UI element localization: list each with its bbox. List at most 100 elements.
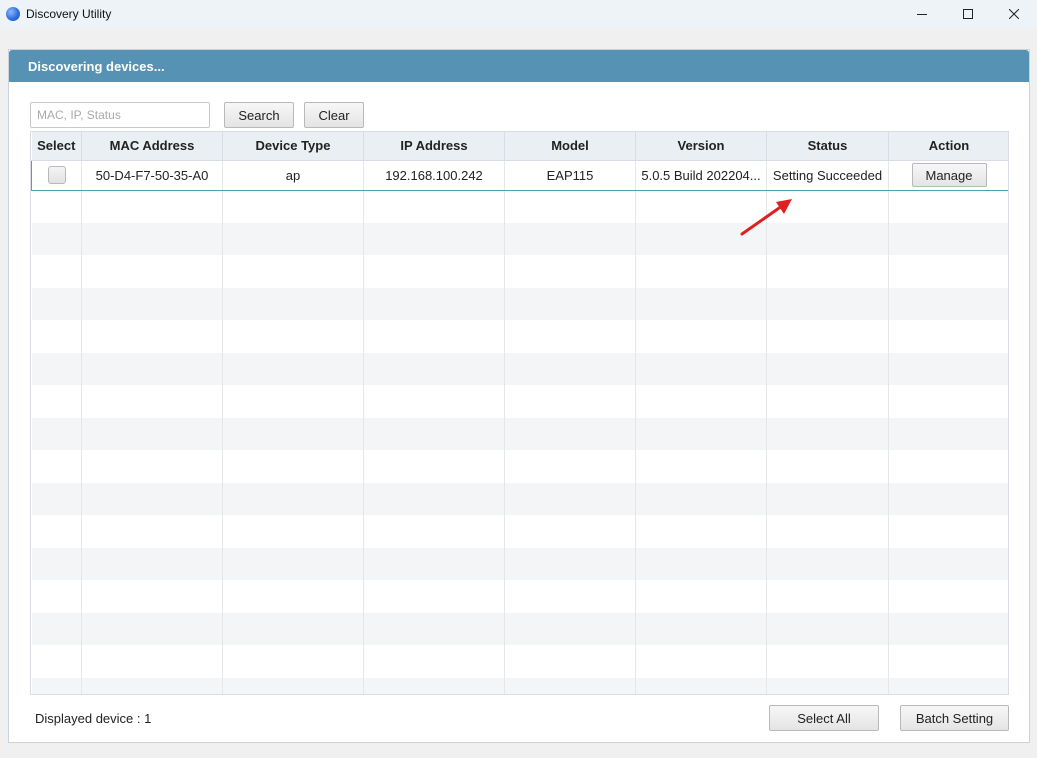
empty-cell [31, 222, 82, 255]
empty-cell [635, 352, 767, 385]
empty-table-row [31, 580, 1008, 613]
empty-cell [504, 612, 636, 645]
device-type-cell: ap [222, 159, 364, 191]
batch-setting-button[interactable]: Batch Setting [900, 705, 1009, 731]
empty-cell [504, 352, 636, 385]
empty-cell [766, 450, 889, 483]
empty-cell [81, 385, 223, 418]
empty-cell [363, 417, 505, 450]
empty-cell [81, 612, 223, 645]
empty-table-row [31, 190, 1008, 223]
empty-table-row [31, 255, 1008, 288]
column-header-model: Model [504, 132, 636, 161]
empty-cell [363, 255, 505, 288]
empty-cell [888, 255, 1008, 288]
search-button[interactable]: Search [224, 102, 294, 128]
title-bar: Discovery Utility [0, 0, 1037, 28]
empty-cell [222, 547, 364, 580]
empty-cell [635, 417, 767, 450]
empty-cell [766, 385, 889, 418]
empty-cell [504, 547, 636, 580]
column-header-ip: IP Address [363, 132, 505, 161]
empty-cell [635, 255, 767, 288]
empty-cell [363, 612, 505, 645]
empty-table-row [31, 287, 1008, 320]
empty-cell [222, 287, 364, 320]
empty-cell [31, 580, 82, 613]
row-checkbox[interactable] [47, 166, 66, 184]
empty-cell [31, 612, 82, 645]
close-icon [1009, 9, 1019, 19]
empty-cell [222, 450, 364, 483]
empty-cell [888, 547, 1008, 580]
clear-button[interactable]: Clear [304, 102, 364, 128]
empty-cell [504, 450, 636, 483]
search-input[interactable] [30, 102, 210, 128]
empty-cell [888, 222, 1008, 255]
empty-cell [81, 222, 223, 255]
empty-cell [222, 190, 364, 223]
empty-table-row [31, 515, 1008, 548]
annotation-arrow-icon [740, 199, 792, 236]
empty-cell [888, 580, 1008, 613]
empty-cell [31, 352, 82, 385]
empty-cell [766, 677, 889, 694]
empty-cell [31, 450, 82, 483]
close-button[interactable] [991, 0, 1037, 28]
empty-cell [81, 352, 223, 385]
empty-cell [222, 645, 364, 678]
empty-cell [81, 547, 223, 580]
column-header-version: Version [635, 132, 767, 161]
model-cell: EAP115 [504, 159, 636, 191]
minimize-button[interactable] [899, 0, 945, 28]
empty-cell [363, 580, 505, 613]
column-header-status: Status [766, 132, 889, 161]
empty-cell [363, 352, 505, 385]
empty-cell [31, 515, 82, 548]
column-header-action: Action [888, 132, 1008, 161]
ip-cell: 192.168.100.242 [363, 159, 505, 191]
select-cell [31, 159, 82, 191]
empty-cell [888, 417, 1008, 450]
empty-cell [222, 385, 364, 418]
empty-cell [363, 677, 505, 694]
empty-cell [504, 255, 636, 288]
empty-cell [81, 450, 223, 483]
empty-cell [222, 320, 364, 353]
empty-cell [363, 287, 505, 320]
empty-cell [363, 385, 505, 418]
globe-icon [6, 7, 20, 21]
empty-cell [31, 190, 82, 223]
table-row[interactable]: 50-D4-F7-50-35-A0 ap 192.168.100.242 EAP… [31, 159, 1008, 191]
empty-cell [81, 677, 223, 694]
maximize-button[interactable] [945, 0, 991, 28]
empty-cell [888, 190, 1008, 223]
window-title: Discovery Utility [26, 7, 112, 21]
empty-cell [31, 417, 82, 450]
empty-cell [504, 190, 636, 223]
empty-cell [888, 287, 1008, 320]
empty-cell [31, 482, 82, 515]
empty-cell [363, 515, 505, 548]
device-table: Select MAC Address Device Type IP Addres… [30, 131, 1009, 695]
empty-cell [635, 677, 767, 694]
select-all-button[interactable]: Select All [769, 705, 879, 731]
empty-cell [363, 482, 505, 515]
empty-cell [888, 612, 1008, 645]
empty-cell [766, 612, 889, 645]
empty-cell [504, 222, 636, 255]
empty-cell [766, 352, 889, 385]
empty-cell [888, 450, 1008, 483]
empty-cell [81, 515, 223, 548]
empty-cell [222, 417, 364, 450]
panel-header: Discovering devices... [9, 50, 1029, 82]
empty-table-row [31, 677, 1008, 694]
mac-cell: 50-D4-F7-50-35-A0 [81, 159, 223, 191]
empty-cell [766, 417, 889, 450]
manage-button[interactable]: Manage [911, 163, 987, 187]
window-controls [899, 0, 1037, 28]
empty-table-row [31, 320, 1008, 353]
empty-cell [31, 547, 82, 580]
empty-cell [363, 222, 505, 255]
empty-cell [635, 547, 767, 580]
